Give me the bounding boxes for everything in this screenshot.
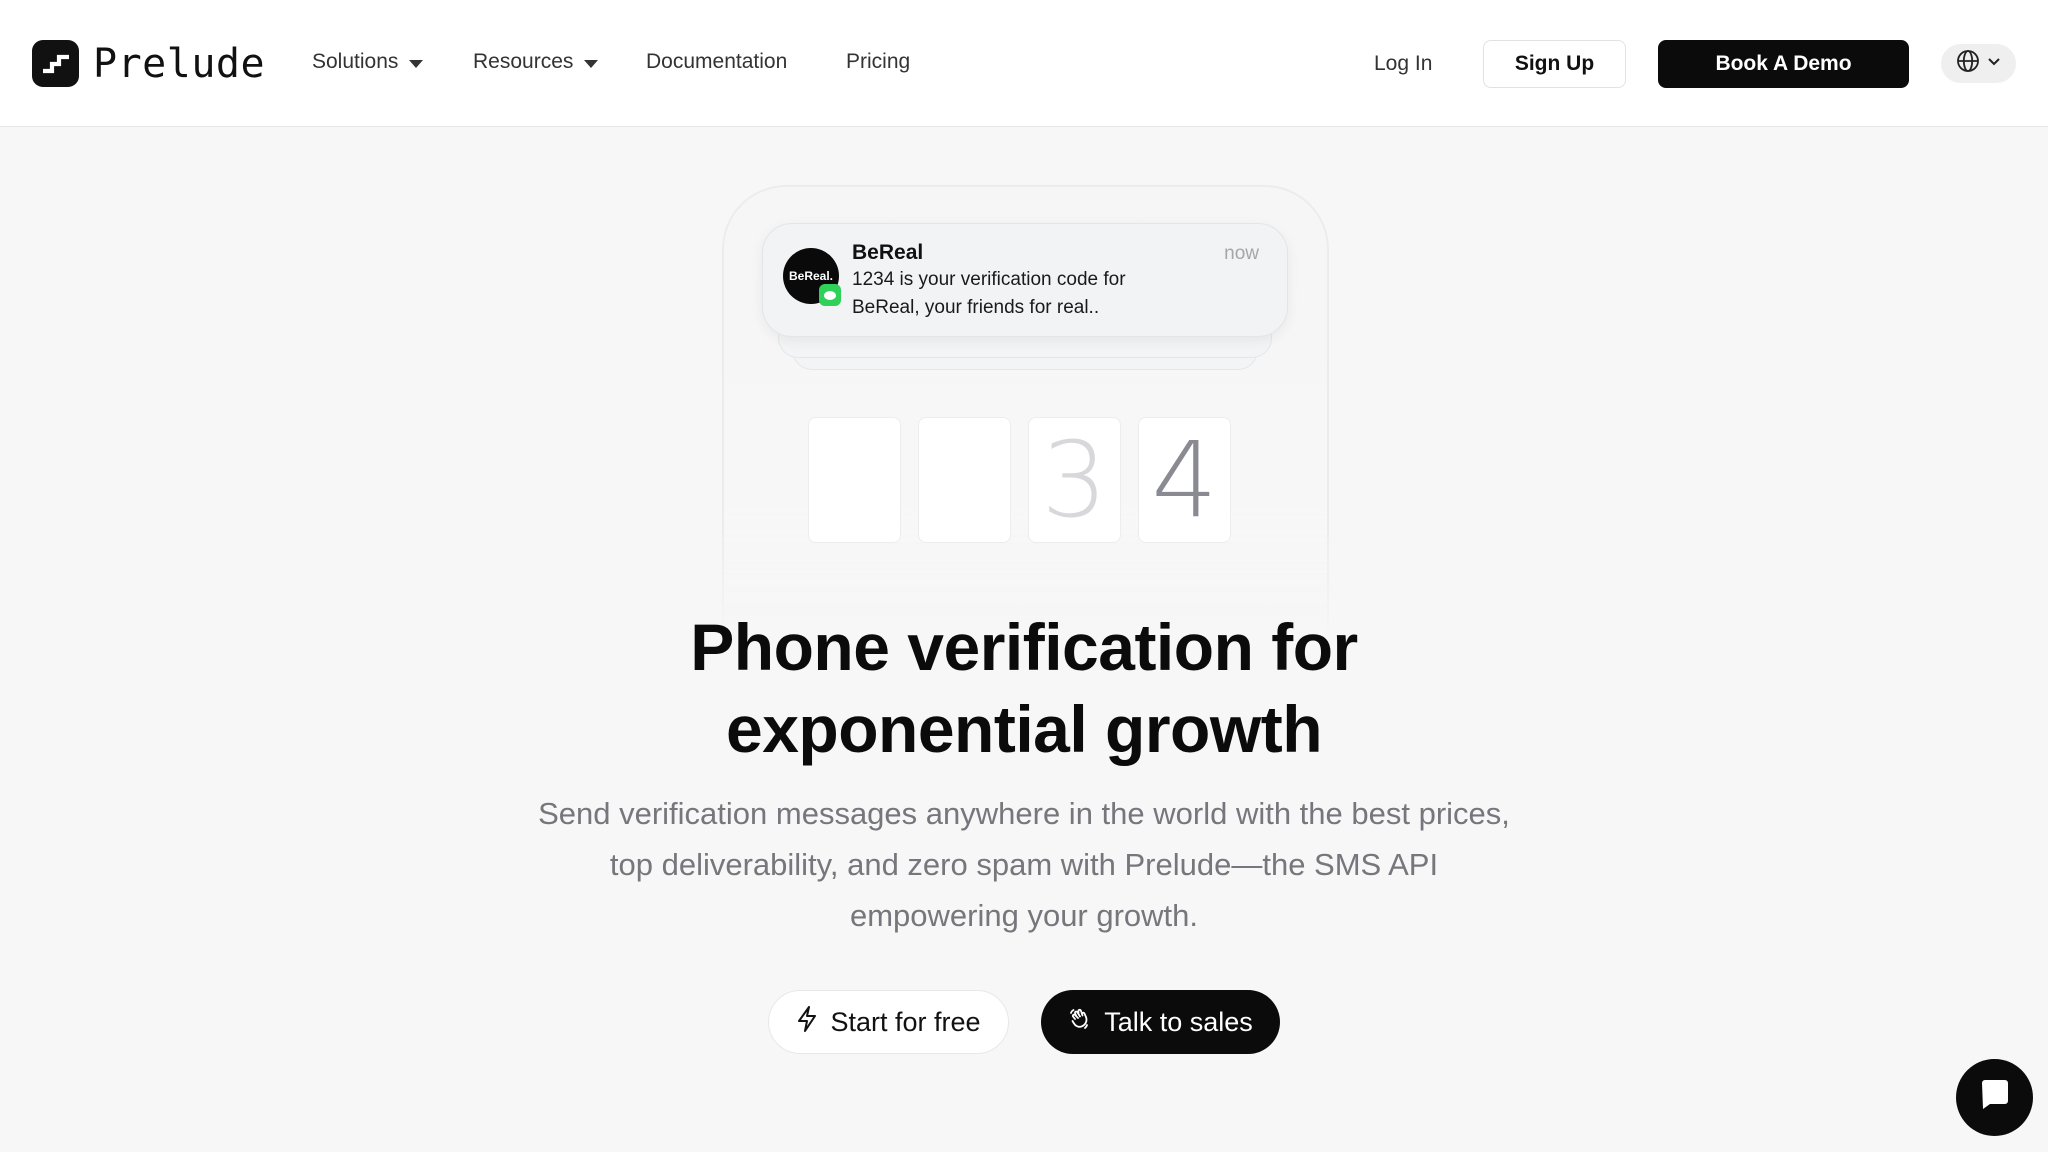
waving-hand-icon — [1068, 1007, 1092, 1038]
book-demo-button[interactable]: Book A Demo — [1658, 40, 1909, 88]
hero-subtitle: Send verification messages anywhere in t… — [538, 796, 1510, 933]
caret-down-icon — [409, 59, 424, 68]
prelude-logo-icon — [32, 40, 79, 87]
site-header: Prelude Solutions Resources Documentatio… — [0, 0, 2048, 127]
notification-message: 1234 is your verification code for BeRea… — [852, 269, 1126, 318]
hero-title-line-1: Phone verification for — [690, 610, 1358, 684]
language-selector[interactable] — [1941, 44, 2016, 83]
notification-time: now — [1224, 243, 1259, 264]
chevron-down-icon — [1986, 53, 2002, 74]
chat-widget-button[interactable] — [1956, 1059, 2033, 1136]
nav-documentation[interactable]: Documentation — [646, 50, 787, 74]
login-link[interactable]: Log In — [1374, 52, 1432, 76]
app-icon-text: BeReal. — [788, 269, 834, 283]
sms-notification: BeReal. BeReal now 1234 is your verifica… — [762, 223, 1288, 337]
talk-to-sales-label: Talk to sales — [1104, 1006, 1253, 1037]
code-digit-box-2 — [918, 417, 1011, 543]
start-for-free-label: Start for free — [830, 1006, 981, 1037]
chat-bubble-icon — [1978, 1078, 2012, 1117]
code-digit-box-1 — [808, 417, 901, 543]
nav-pricing-label: Pricing — [846, 50, 911, 73]
nav-pricing[interactable]: Pricing — [846, 50, 910, 74]
code-digit-box-3: 3 — [1028, 417, 1121, 543]
brand-name: Prelude — [93, 40, 266, 87]
hero-title: Phone verification for exponential growt… — [524, 606, 1524, 770]
nav-solutions[interactable]: Solutions — [312, 50, 424, 74]
nav-solutions-label: Solutions — [312, 50, 399, 73]
globe-icon — [1956, 49, 1980, 78]
talk-to-sales-button[interactable]: Talk to sales — [1041, 990, 1280, 1054]
caret-down-icon — [584, 59, 599, 68]
messages-badge-icon — [819, 284, 841, 306]
hero-title-line-2: exponential growth — [725, 692, 1323, 766]
brand-logo[interactable]: Prelude — [32, 40, 265, 87]
signup-button[interactable]: Sign Up — [1483, 40, 1626, 88]
notification-app-name: BeReal — [852, 241, 924, 264]
lightning-icon — [796, 1005, 818, 1039]
nav-documentation-label: Documentation — [646, 50, 788, 73]
start-for-free-button[interactable]: Start for free — [768, 990, 1009, 1054]
nav-resources[interactable]: Resources — [473, 50, 599, 74]
nav-resources-label: Resources — [473, 50, 574, 73]
code-digit-box-4: 4 — [1138, 417, 1231, 543]
